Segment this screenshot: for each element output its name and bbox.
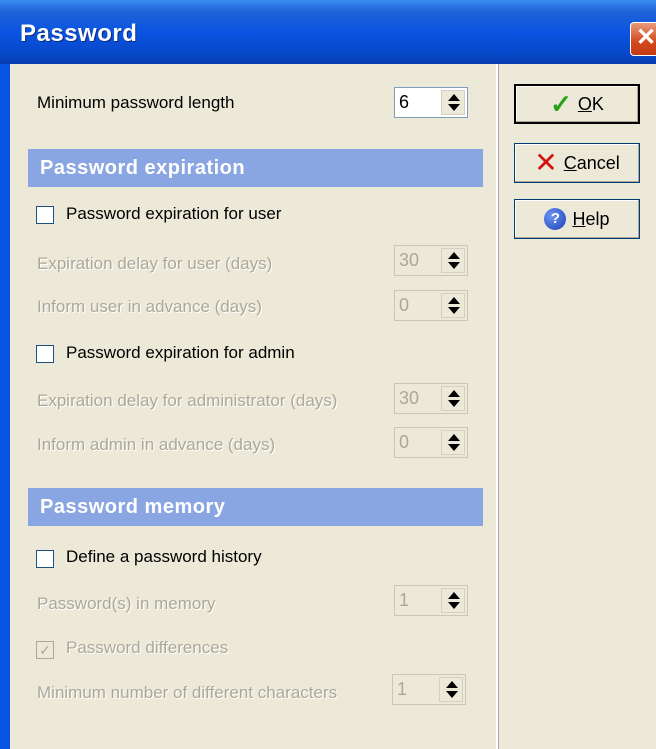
- admin-expiration-checkbox[interactable]: [36, 345, 54, 363]
- spinner-arrows[interactable]: [441, 588, 465, 613]
- cancel-button[interactable]: ✕ Cancel: [514, 143, 640, 183]
- close-button[interactable]: ✕: [630, 22, 656, 56]
- min-different-chars-value[interactable]: 1: [397, 679, 407, 700]
- user-expiration-label[interactable]: Password expiration for user: [66, 204, 281, 224]
- password-differences-label[interactable]: Password differences: [66, 638, 228, 658]
- password-history-label[interactable]: Define a password history: [66, 547, 262, 567]
- ok-button[interactable]: ✓ OK: [514, 84, 640, 124]
- admin-delay-value[interactable]: 30: [399, 388, 419, 409]
- spinner-arrows[interactable]: [441, 386, 465, 411]
- checkmark-icon: ✓: [39, 642, 51, 658]
- user-expiration-checkbox[interactable]: [36, 206, 54, 224]
- checkmark-icon: ✓: [550, 89, 572, 119]
- spin-down-icon[interactable]: [448, 307, 460, 314]
- password-history-checkbox[interactable]: [36, 550, 54, 568]
- spin-up-icon[interactable]: [448, 252, 460, 259]
- help-button[interactable]: ? Help: [514, 199, 640, 239]
- password-expiration-header: Password expiration: [28, 149, 483, 187]
- password-memory-header: Password memory: [28, 488, 483, 526]
- passwords-in-memory-spinner[interactable]: 1: [394, 585, 468, 616]
- min-different-chars-spinner[interactable]: 1: [392, 674, 466, 705]
- spin-down-icon[interactable]: [446, 691, 458, 698]
- user-inform-value[interactable]: 0: [399, 295, 409, 316]
- user-delay-label: Expiration delay for user (days): [37, 254, 273, 273]
- admin-delay-label: Expiration delay for administrator (days…: [37, 391, 338, 410]
- admin-expiration-label[interactable]: Password expiration for admin: [66, 343, 295, 363]
- spin-down-icon[interactable]: [448, 444, 460, 451]
- admin-inform-label: Inform admin in advance (days): [37, 435, 276, 454]
- user-delay-value[interactable]: 30: [399, 250, 419, 271]
- password-dialog: Password ✕ Minimum password length 6 Pas…: [0, 0, 656, 749]
- spin-up-icon[interactable]: [448, 297, 460, 304]
- spin-down-icon[interactable]: [448, 262, 460, 269]
- spinner-arrows[interactable]: [439, 677, 463, 702]
- passwords-in-memory-label: Password(s) in memory: [37, 594, 216, 613]
- admin-inform-spinner[interactable]: 0: [394, 427, 468, 458]
- user-inform-label: Inform user in advance (days): [37, 297, 262, 316]
- spin-up-icon[interactable]: [448, 390, 460, 397]
- spinner-arrows[interactable]: [441, 90, 465, 115]
- cancel-x-icon: ✕: [534, 147, 558, 178]
- passwords-in-memory-value[interactable]: 1: [399, 590, 409, 611]
- spin-down-icon[interactable]: [448, 602, 460, 609]
- help-button-label: Help: [572, 208, 610, 229]
- user-delay-spinner[interactable]: 30: [394, 245, 468, 276]
- spin-down-icon[interactable]: [448, 104, 460, 111]
- min-length-label: Minimum password length: [37, 93, 235, 112]
- cancel-button-label: Cancel: [563, 152, 620, 173]
- spinner-arrows[interactable]: [441, 293, 465, 318]
- ok-button-label: OK: [577, 93, 604, 114]
- min-length-spinner[interactable]: 6: [394, 87, 468, 118]
- spin-up-icon[interactable]: [448, 592, 460, 599]
- password-differences-checkbox[interactable]: ✓: [36, 641, 54, 659]
- spin-up-icon[interactable]: [448, 434, 460, 441]
- spin-up-icon[interactable]: [446, 681, 458, 688]
- admin-delay-spinner[interactable]: 30: [394, 383, 468, 414]
- user-inform-spinner[interactable]: 0: [394, 290, 468, 321]
- admin-inform-value[interactable]: 0: [399, 432, 409, 453]
- title-bar[interactable]: Password ✕: [0, 0, 656, 64]
- help-icon: ?: [544, 208, 567, 230]
- close-icon: ✕: [636, 24, 656, 51]
- min-length-value[interactable]: 6: [399, 92, 409, 113]
- spin-down-icon[interactable]: [448, 400, 460, 407]
- spinner-arrows[interactable]: [441, 248, 465, 273]
- spin-up-icon[interactable]: [448, 94, 460, 101]
- min-different-chars-label: Minimum number of different characters: [37, 683, 338, 702]
- window-title: Password: [20, 20, 138, 47]
- spinner-arrows[interactable]: [441, 430, 465, 455]
